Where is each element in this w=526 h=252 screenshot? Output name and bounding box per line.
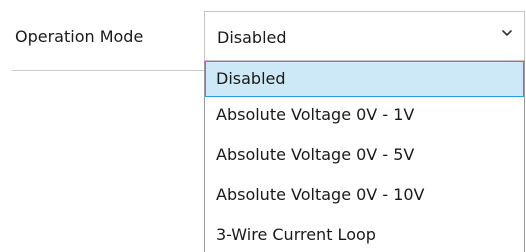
operation-mode-panel: Operation Mode Disabled Disabled Absolut… bbox=[0, 0, 526, 252]
operation-mode-select-value: Disabled bbox=[217, 28, 287, 47]
option-3-wire-current-loop[interactable]: 3-Wire Current Loop bbox=[205, 217, 524, 252]
chevron-down-icon bbox=[502, 30, 512, 36]
option-disabled[interactable]: Disabled bbox=[205, 61, 524, 97]
operation-mode-select[interactable]: Disabled bbox=[204, 11, 525, 61]
operation-mode-dropdown-list: Disabled Absolute Voltage 0V - 1V Absolu… bbox=[204, 61, 525, 252]
option-absolute-voltage-0-10v[interactable]: Absolute Voltage 0V - 10V bbox=[205, 177, 524, 213]
option-absolute-voltage-0-1v[interactable]: Absolute Voltage 0V - 1V bbox=[205, 97, 524, 133]
divider bbox=[12, 70, 208, 71]
operation-mode-label: Operation Mode bbox=[15, 27, 144, 46]
option-absolute-voltage-0-5v[interactable]: Absolute Voltage 0V - 5V bbox=[205, 137, 524, 173]
